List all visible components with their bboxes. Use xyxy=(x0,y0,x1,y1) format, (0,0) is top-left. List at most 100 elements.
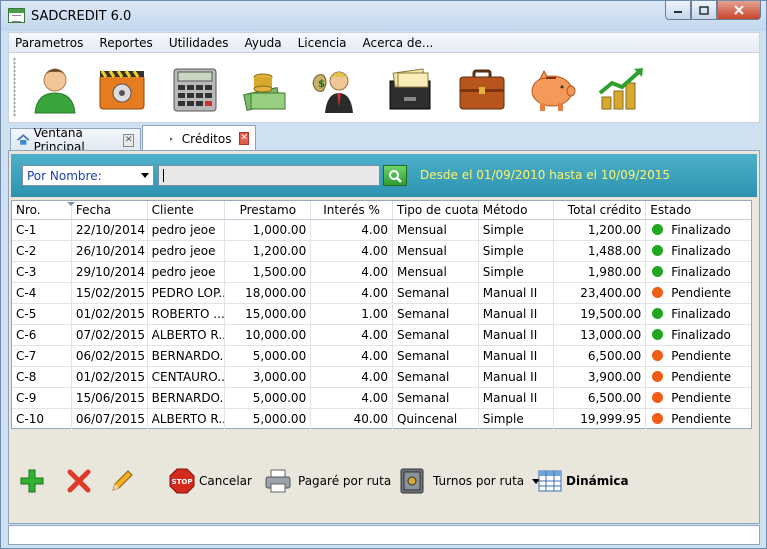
table-cell: 4.00 xyxy=(311,367,393,387)
table-row[interactable]: C-5 01/02/2015 ROBERTO ... 15,000.00 1.00 Sem… xyxy=(12,304,751,325)
status-pendiente-icon xyxy=(652,413,664,424)
search-input[interactable] xyxy=(158,165,380,186)
table-cell: 6,500.00 xyxy=(554,388,647,408)
table-cell: 4.00 xyxy=(311,262,393,282)
table-cell: Finalizado xyxy=(646,241,751,261)
table-cell: Mensual xyxy=(393,241,479,261)
table-row[interactable]: C-4 15/02/2015 PEDRO LOP... 18,000.00 4.00 Se… xyxy=(12,283,751,304)
table-header: Nro. Fecha Cliente Prestamo Interés % Ti… xyxy=(12,201,751,220)
tab-creditos[interactable]: Créditos ✕ xyxy=(142,125,256,151)
add-button[interactable] xyxy=(19,468,45,494)
table-cell: 1.00 xyxy=(311,304,393,324)
table-cell: Semanal xyxy=(393,304,479,324)
status-finalizado-icon xyxy=(652,245,664,256)
table-row[interactable]: C-9 15/06/2015 BERNARDO... 5,000.00 4.00 Sema… xyxy=(12,388,751,409)
table-row[interactable]: C-2 26/10/2014 pedro jeoe 1,200.00 4.00 Mensu… xyxy=(12,241,751,262)
banker-icon[interactable]: $ xyxy=(309,63,361,115)
table-row[interactable]: C-10 06/07/2015 ALBERTO R... 5,000.00 40.00 Q… xyxy=(12,409,751,430)
table-cell: 15/06/2015 xyxy=(72,388,148,408)
plus-icon xyxy=(20,469,44,493)
search-type-combo[interactable]: Por Nombre: xyxy=(22,165,154,186)
table-cell: Manual II xyxy=(479,283,554,303)
table-cell: 4.00 xyxy=(311,241,393,261)
briefcase-icon[interactable] xyxy=(456,63,508,115)
table-cell: Pendiente xyxy=(646,388,751,408)
table-row[interactable]: C-1 22/10/2014 pedro jeoe 1,000.00 4.00 Mensu… xyxy=(12,220,751,241)
column-header[interactable]: Fecha xyxy=(72,201,148,219)
table-cell: 19,999.95 xyxy=(554,409,647,429)
column-header[interactable]: Nro. xyxy=(12,201,72,219)
status-finalizado-icon xyxy=(652,266,664,277)
column-header[interactable]: Total crédito xyxy=(554,201,647,219)
calculator-icon[interactable] xyxy=(169,63,221,115)
table-cell: 1,500.00 xyxy=(225,262,312,282)
column-header[interactable]: Método xyxy=(479,201,554,219)
table-row[interactable]: C-6 07/02/2015 ALBERTO R... 10,000.00 4.00 Se… xyxy=(12,325,751,346)
piggy-bank-icon[interactable] xyxy=(526,63,578,115)
filing-box-icon[interactable] xyxy=(384,63,436,115)
column-header[interactable]: Prestamo xyxy=(225,201,312,219)
close-button[interactable] xyxy=(717,1,761,20)
menu-licencia[interactable]: Licencia xyxy=(298,36,347,50)
vault-icon[interactable] xyxy=(96,63,148,115)
table-cell: C-9 xyxy=(12,388,72,408)
column-header[interactable]: Estado xyxy=(646,201,751,219)
edit-button[interactable] xyxy=(109,468,135,494)
cancel-button[interactable]: STOP Cancelar xyxy=(169,468,252,494)
table-cell: C-5 xyxy=(12,304,72,324)
table-cell: 10,000.00 xyxy=(225,325,312,345)
status-label: Finalizado xyxy=(671,223,731,237)
table-cell: 18,000.00 xyxy=(225,283,312,303)
table-cell: 6,500.00 xyxy=(554,346,647,366)
status-label: Pendiente xyxy=(671,391,732,405)
table-cell: 4.00 xyxy=(311,325,393,345)
table-cell: Semanal xyxy=(393,325,479,345)
turnos-button[interactable]: Turnos por ruta xyxy=(399,467,542,495)
column-header[interactable]: Tipo de cuotas xyxy=(393,201,479,219)
pagare-button[interactable]: Pagaré por ruta xyxy=(264,468,391,494)
money-stack-icon[interactable] xyxy=(239,63,291,115)
table-cell: PEDRO LOP... xyxy=(148,283,226,303)
table-cell: CENTAURO... xyxy=(148,367,226,387)
table-row[interactable]: C-7 06/02/2015 BERNARDO... 5,000.00 4.00 Sema… xyxy=(12,346,751,367)
table-row[interactable]: C-8 01/02/2015 CENTAURO... 3,000.00 4.00 Sema… xyxy=(12,367,751,388)
tab-ventana-principal[interactable]: Ventana Principal ✕ xyxy=(10,126,141,154)
status-label: Finalizado xyxy=(671,328,731,342)
table-cell: 06/02/2015 xyxy=(72,346,148,366)
table-cell: Manual II xyxy=(479,346,554,366)
client-icon[interactable] xyxy=(29,63,81,115)
table-cell: ALBERTO R... xyxy=(148,325,226,345)
table-cell: Simple xyxy=(479,262,554,282)
maximize-button[interactable] xyxy=(691,1,717,20)
status-label: Pendiente xyxy=(671,286,732,300)
menu-parametros[interactable]: Parametros xyxy=(15,36,83,50)
column-header[interactable]: Interés % xyxy=(311,201,393,219)
pagare-label: Pagaré por ruta xyxy=(298,474,392,488)
tab-close-icon[interactable]: ✕ xyxy=(239,132,249,145)
tab-close-icon[interactable]: ✕ xyxy=(123,133,135,147)
menu-reportes[interactable]: Reportes xyxy=(99,36,152,50)
menu-bar: Parametros Reportes Utilidades Ayuda Lic… xyxy=(8,32,760,53)
table-cell: BERNARDO... xyxy=(148,388,226,408)
dinamica-button[interactable]: Dinámica xyxy=(538,470,629,492)
table-cell: Pendiente xyxy=(646,283,751,303)
table-cell: 1,200.00 xyxy=(554,220,647,240)
status-bar xyxy=(8,525,760,545)
pencil-icon xyxy=(112,470,133,491)
menu-ayuda[interactable]: Ayuda xyxy=(245,36,282,50)
growth-chart-icon[interactable] xyxy=(596,63,648,115)
menu-utilidades[interactable]: Utilidades xyxy=(169,36,229,50)
column-header[interactable]: Cliente xyxy=(148,201,226,219)
menu-acerca-de[interactable]: Acerca de... xyxy=(363,36,434,50)
search-button[interactable] xyxy=(383,165,407,186)
table-cell: 1,980.00 xyxy=(554,262,647,282)
status-pendiente-icon xyxy=(652,287,664,298)
minimize-button[interactable] xyxy=(665,1,691,20)
table-row[interactable]: C-3 29/10/2014 pedro jeoe 1,500.00 4.00 Mensu… xyxy=(12,262,751,283)
chevron-down-icon xyxy=(141,173,149,178)
table-cell: C-6 xyxy=(12,325,72,345)
delete-button[interactable] xyxy=(66,468,92,494)
table-cell: 4.00 xyxy=(311,346,393,366)
table-cell: Pendiente xyxy=(646,367,751,387)
text-caret xyxy=(163,169,164,182)
